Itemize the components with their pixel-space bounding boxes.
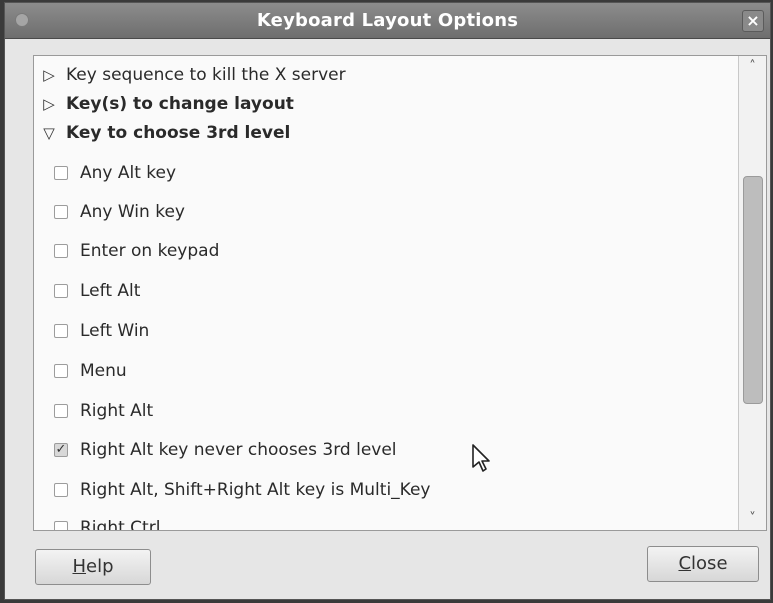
help-mnemonic: H: [72, 556, 87, 577]
title-bar[interactable]: Keyboard Layout Options ×: [5, 3, 770, 39]
keyboard-layout-options-dialog: Keyboard Layout Options × ▷ Key sequence…: [4, 2, 771, 600]
checkbox[interactable]: [54, 324, 68, 338]
options-tree-view[interactable]: ▷ Key sequence to kill the X server ▷ Ke…: [33, 55, 767, 531]
close-label-rest: lose: [691, 553, 728, 574]
option-label: Any Alt key: [80, 163, 177, 183]
check-icon: ✓: [55, 442, 67, 457]
triangle-right-icon[interactable]: ▷: [40, 62, 58, 88]
checkbox[interactable]: [54, 364, 68, 378]
triangle-down-icon[interactable]: ▽: [40, 120, 58, 146]
chevron-down-icon[interactable]: ˅: [739, 508, 766, 530]
option-label: Right Alt: [80, 401, 154, 421]
checkbox[interactable]: [54, 404, 68, 418]
triangle-right-icon[interactable]: ▷: [40, 91, 58, 117]
option-label: Left Win: [80, 321, 150, 341]
option-label: Right Ctrl: [80, 518, 161, 531]
help-label-rest: elp: [86, 556, 114, 577]
checkbox[interactable]: [54, 483, 68, 497]
option-label: Right Alt, Shift+Right Alt key is Multi_…: [80, 480, 431, 500]
chevron-up-icon[interactable]: ˄: [739, 56, 766, 78]
window-title: Keyboard Layout Options: [256, 10, 519, 31]
checkbox[interactable]: [54, 205, 68, 219]
option-label: Menu: [80, 361, 127, 381]
section-label: Key sequence to kill the X server: [66, 65, 346, 85]
checkbox-checked[interactable]: ✓: [54, 443, 68, 457]
checkbox[interactable]: [54, 521, 68, 530]
checkbox[interactable]: [54, 284, 68, 298]
section-label: Key(s) to change layout: [66, 94, 294, 114]
window-close-button[interactable]: ×: [742, 10, 764, 32]
help-button[interactable]: Help: [35, 549, 151, 585]
mouse-pointer-icon: [472, 444, 490, 472]
vertical-scrollbar[interactable]: ˄ ˅: [738, 56, 766, 530]
scrollbar-thumb[interactable]: [743, 176, 763, 404]
close-button[interactable]: Close: [647, 546, 759, 582]
checkbox[interactable]: [54, 244, 68, 258]
option-label: Left Alt: [80, 281, 141, 301]
section-label: Key to choose 3rd level: [66, 123, 291, 143]
close-mnemonic: C: [678, 553, 692, 574]
checkbox[interactable]: [54, 166, 68, 180]
option-label: Right Alt key never chooses 3rd level: [80, 440, 397, 460]
option-label: Any Win key: [80, 202, 185, 222]
option-label: Enter on keypad: [80, 241, 220, 261]
